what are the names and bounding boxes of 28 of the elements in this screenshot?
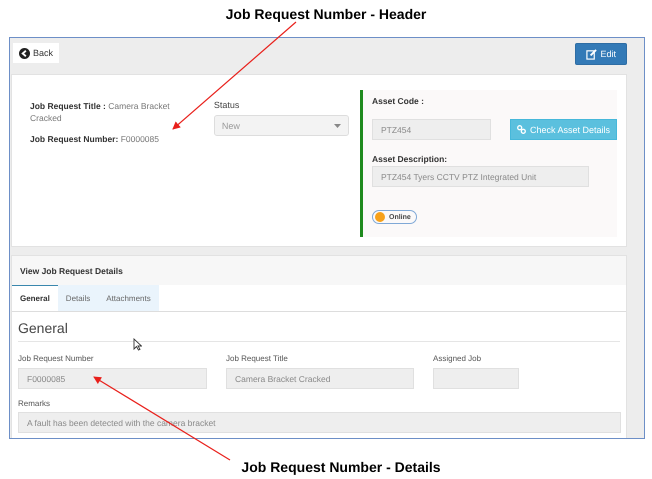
- link-icon: [516, 125, 526, 134]
- status-dropdown[interactable]: New: [214, 115, 349, 136]
- input-field[interactable]: F0000085: [18, 368, 207, 389]
- annotation-label: Job Request Number - Header: [226, 6, 426, 22]
- caret-icon: [334, 124, 341, 128]
- job-title-text: Job Request Title : Camera Bracket Cracked: [30, 100, 171, 124]
- status-label: Status: [214, 100, 240, 110]
- field-label: Assigned Job: [433, 354, 482, 363]
- mouse-pointer-icon: [133, 338, 142, 351]
- job-number-text: Job Request Number: F0000085: [30, 133, 160, 145]
- field-label: Job Request Title: [226, 354, 289, 363]
- tab[interactable]: Attachments: [98, 285, 159, 311]
- input-field[interactable]: Camera Bracket Cracked: [226, 368, 414, 389]
- annotation-label: Job Request Number - Details: [241, 459, 441, 477]
- asset-code-field[interactable]: PTZ454: [372, 119, 491, 140]
- edit-button[interactable]: Edit: [575, 43, 627, 65]
- section-heading: General: [18, 312, 620, 342]
- field-label: Remarks: [18, 399, 52, 408]
- panel-title: View Job Request Details: [20, 266, 123, 276]
- check-asset-details-button[interactable]: Check Asset Details: [510, 119, 617, 140]
- asset-code-label: Asset Code :: [372, 96, 424, 106]
- edit-icon: [586, 48, 598, 60]
- asset-description-label: Asset Description:: [372, 154, 448, 164]
- tab[interactable]: Details: [58, 285, 98, 311]
- input-field[interactable]: [433, 368, 519, 389]
- field-label: Job Request Number: [18, 354, 95, 363]
- back-button[interactable]: Back: [13, 43, 60, 63]
- asset-description-field[interactable]: PTZ454 Tyers CCTV PTZ Integrated Unit: [372, 166, 589, 187]
